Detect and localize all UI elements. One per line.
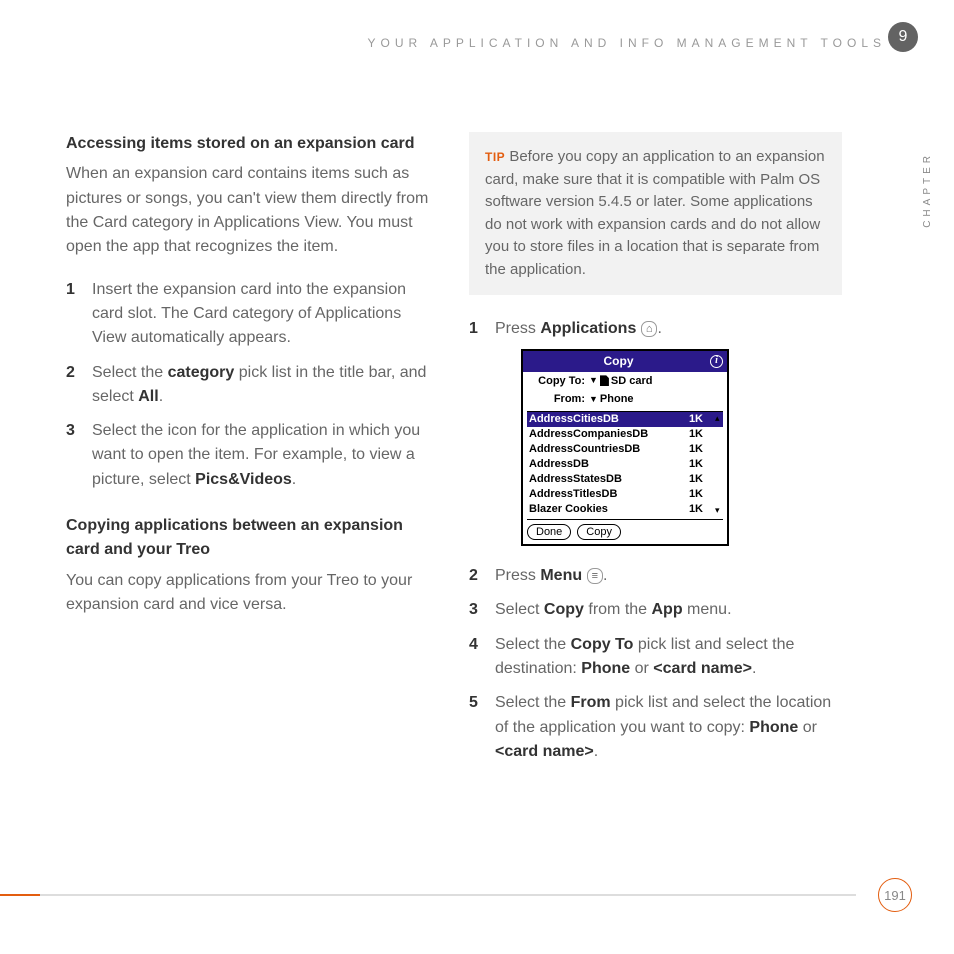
text: .	[292, 471, 296, 488]
text: or	[798, 719, 817, 736]
text: Select the	[92, 364, 168, 381]
bold-text: From	[571, 694, 611, 711]
steps-list: Insert the expansion card into the expan…	[66, 278, 439, 493]
text	[582, 567, 586, 584]
item-name: AddressTitlesDB	[529, 487, 617, 502]
item-size: 1K	[689, 412, 703, 427]
dropdown-icon: ▼	[589, 374, 598, 388]
section-heading: Copying applications between an expansio…	[66, 514, 439, 563]
step-item: Select the Copy To pick list and select …	[469, 633, 842, 682]
sd-card-icon	[600, 375, 609, 386]
text: Press	[495, 567, 540, 584]
text: .	[594, 743, 598, 760]
field-label: Copy To:	[529, 373, 585, 390]
text: .	[657, 320, 661, 337]
home-icon: ⌂	[641, 321, 658, 337]
text: from the	[584, 601, 652, 618]
text: menu.	[683, 601, 732, 618]
dropdown-icon: ▼	[589, 393, 598, 407]
item-size: 1K	[689, 502, 703, 517]
field-label: From:	[529, 391, 585, 408]
step-item: Insert the expansion card into the expan…	[66, 278, 439, 351]
text: Press	[495, 320, 540, 337]
step-item: Press Applications ⌂. Copy i Copy To: ▼ …	[469, 317, 842, 546]
field-value: Phone	[600, 391, 634, 408]
item-size: 1K	[689, 472, 703, 487]
left-column: Accessing items stored on an expansion c…	[66, 132, 439, 774]
scrollbar[interactable]: ▴▾	[715, 414, 721, 515]
bold-text: Menu	[540, 567, 582, 584]
steps-list: Press Applications ⌂. Copy i Copy To: ▼ …	[469, 317, 842, 764]
text: .	[603, 567, 607, 584]
item-name: Blazer Cookies	[529, 502, 608, 517]
list-item[interactable]: AddressCitiesDB 1K	[527, 412, 723, 427]
item-name: AddressCountriesDB	[529, 442, 640, 457]
list-item[interactable]: AddressCountriesDB 1K	[527, 442, 723, 457]
bold-text: <card name>	[495, 743, 594, 760]
bold-text: Applications	[540, 320, 636, 337]
item-size: 1K	[689, 442, 703, 457]
running-header: YOUR APPLICATION AND INFO MANAGEMENT TOO…	[367, 36, 886, 50]
list-item[interactable]: AddressTitlesDB 1K	[527, 487, 723, 502]
text: .	[159, 388, 163, 405]
list-item[interactable]: AddressCompaniesDB 1K	[527, 427, 723, 442]
bold-text: <card name>	[653, 660, 752, 677]
done-button[interactable]: Done	[527, 524, 571, 540]
chapter-side-label: CHAPTER	[922, 152, 933, 228]
body-paragraph: When an expansion card contains items su…	[66, 162, 439, 259]
text: or	[630, 660, 653, 677]
item-name: AddressDB	[529, 457, 589, 472]
from-field[interactable]: From: ▼ Phone	[523, 390, 727, 409]
text: .	[752, 660, 756, 677]
text: Select	[495, 601, 544, 618]
palm-title: Copy	[527, 352, 710, 370]
item-size: 1K	[689, 487, 703, 502]
item-name: AddressCompaniesDB	[529, 427, 648, 442]
step-item: Press Menu ≡.	[469, 564, 842, 588]
palm-titlebar: Copy i	[523, 351, 727, 371]
bold-text: Phone	[749, 719, 798, 736]
menu-icon: ≡	[587, 568, 603, 584]
scroll-up-icon[interactable]: ▴	[715, 414, 721, 423]
text: Select the	[495, 636, 571, 653]
bold-text: Copy To	[571, 636, 634, 653]
item-name: AddressStatesDB	[529, 472, 622, 487]
tip-label: TIP	[485, 150, 505, 164]
copy-to-field[interactable]: Copy To: ▼ SD card	[523, 372, 727, 391]
copy-button[interactable]: Copy	[577, 524, 621, 540]
item-size: 1K	[689, 427, 703, 442]
list-item[interactable]: Blazer Cookies 1K	[527, 502, 723, 517]
tip-body: Before you copy an application to an exp…	[485, 148, 825, 278]
list-item[interactable]: AddressDB 1K	[527, 457, 723, 472]
bold-text: App	[652, 601, 683, 618]
right-column: TIP Before you copy an application to an…	[469, 132, 842, 774]
chapter-number-badge: 9	[888, 22, 918, 52]
text: Select the	[495, 694, 571, 711]
item-size: 1K	[689, 457, 703, 472]
body-paragraph: You can copy applications from your Treo…	[66, 569, 439, 618]
info-icon[interactable]: i	[710, 355, 723, 368]
palm-copy-dialog: Copy i Copy To: ▼ SD card From: ▼ Phone	[521, 349, 729, 546]
bold-text: All	[138, 388, 158, 405]
step-item: Select the category pick list in the tit…	[66, 361, 439, 410]
field-value: SD card	[611, 373, 653, 390]
palm-app-list[interactable]: AddressCitiesDB 1K AddressCompaniesDB 1K A…	[527, 411, 723, 517]
page-number: 191	[878, 878, 912, 912]
step-item: Select the From pick list and select the…	[469, 691, 842, 764]
bold-text: Pics&Videos	[195, 471, 292, 488]
list-item[interactable]: AddressStatesDB 1K	[527, 472, 723, 487]
tip-box: TIP Before you copy an application to an…	[469, 132, 842, 295]
bold-text: Phone	[581, 660, 630, 677]
step-item: Select the icon for the application in w…	[66, 419, 439, 492]
bold-text: Copy	[544, 601, 584, 618]
item-name: AddressCitiesDB	[529, 412, 619, 427]
footer-rule	[0, 894, 856, 896]
step-item: Select Copy from the App menu.	[469, 598, 842, 622]
section-heading: Accessing items stored on an expansion c…	[66, 132, 439, 156]
bold-text: category	[168, 364, 235, 381]
scroll-down-icon[interactable]: ▾	[715, 506, 721, 515]
